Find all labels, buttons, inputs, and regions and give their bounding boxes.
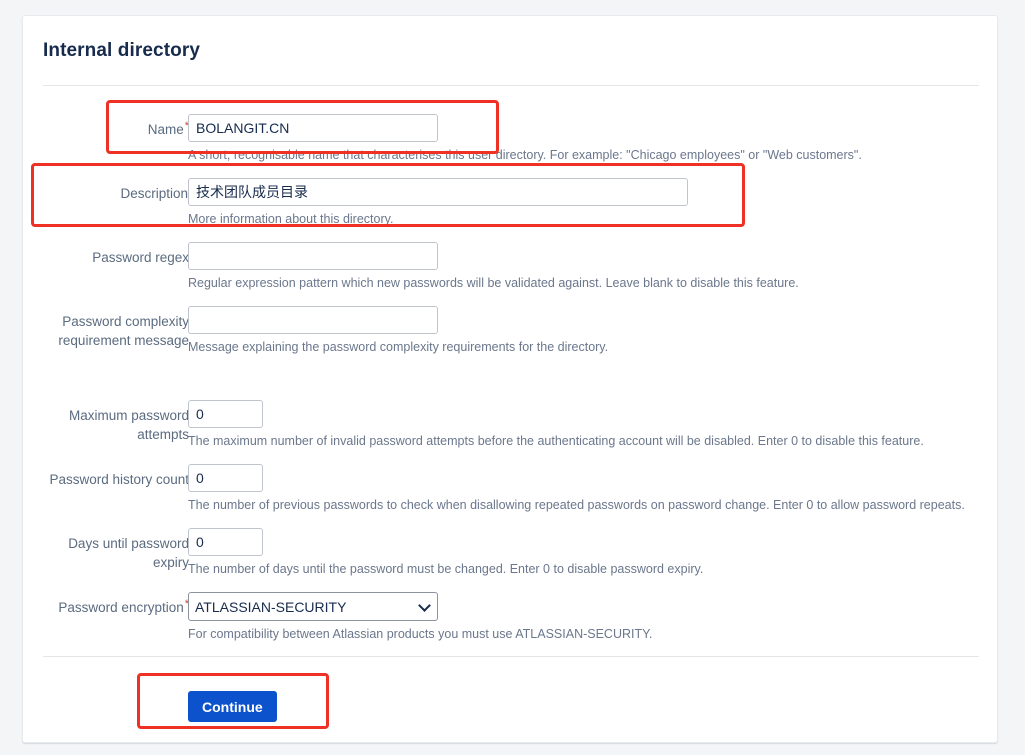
- help-max-password-attempts: The maximum number of invalid password a…: [188, 434, 924, 448]
- field-password-regex: [188, 242, 438, 270]
- help-password-history-count: The number of previous passwords to chec…: [188, 498, 965, 512]
- help-description: More information about this directory.: [188, 212, 394, 226]
- label-password-regex: Password regex: [29, 248, 189, 267]
- divider-top: [43, 85, 979, 86]
- label-password-complexity-text: Password complexity requirement message: [58, 314, 189, 348]
- label-description-text: Description: [120, 186, 188, 201]
- help-days-until-password-expiry: The number of days until the password mu…: [188, 562, 704, 576]
- password-regex-input[interactable]: [188, 242, 438, 270]
- divider-bottom: [43, 656, 979, 657]
- help-password-encryption: For compatibility between Atlassian prod…: [188, 627, 653, 641]
- field-description: [188, 178, 688, 206]
- continue-button[interactable]: Continue: [188, 691, 277, 722]
- password-complexity-input[interactable]: [188, 306, 438, 334]
- field-max-password-attempts: [188, 400, 263, 428]
- max-password-attempts-input[interactable]: [188, 400, 263, 428]
- label-name-text: Name: [147, 122, 184, 137]
- page-title: Internal directory: [43, 40, 201, 61]
- label-description: Description: [29, 184, 189, 203]
- password-encryption-select-wrap: ATLASSIAN-SECURITY: [188, 592, 438, 621]
- field-password-complexity: [188, 306, 438, 334]
- help-name: A short, recognisable name that characte…: [188, 148, 862, 162]
- label-days-until-password-expiry: Days until password expiry: [29, 534, 189, 572]
- internal-directory-card: Internal directory Name* A short, recogn…: [22, 15, 998, 743]
- label-password-history-count-text: Password history count: [49, 472, 189, 487]
- label-max-password-attempts: Maximum password attempts: [29, 406, 189, 444]
- field-name: [188, 114, 438, 142]
- label-password-regex-text: Password regex: [92, 250, 189, 265]
- field-password-history-count: [188, 464, 263, 492]
- label-name: Name*: [29, 120, 189, 139]
- password-encryption-select[interactable]: ATLASSIAN-SECURITY: [188, 592, 438, 621]
- description-input[interactable]: [188, 178, 688, 206]
- label-password-history-count: Password history count: [29, 470, 189, 489]
- field-password-encryption: ATLASSIAN-SECURITY: [188, 592, 438, 621]
- field-days-until-password-expiry: [188, 528, 263, 556]
- label-max-password-attempts-text: Maximum password attempts: [68, 408, 189, 442]
- password-history-count-input[interactable]: [188, 464, 263, 492]
- name-input[interactable]: [188, 114, 438, 142]
- screen: Internal directory Name* A short, recogn…: [0, 0, 1025, 755]
- days-until-password-expiry-input[interactable]: [188, 528, 263, 556]
- label-password-encryption-text: Password encryption: [58, 600, 184, 615]
- label-password-encryption: Password encryption*: [29, 598, 189, 617]
- label-days-until-password-expiry-text: Days until password expiry: [68, 536, 189, 570]
- label-password-complexity: Password complexity requirement message: [29, 312, 189, 350]
- help-password-regex: Regular expression pattern which new pas…: [188, 276, 799, 290]
- help-password-complexity: Message explaining the password complexi…: [188, 340, 609, 354]
